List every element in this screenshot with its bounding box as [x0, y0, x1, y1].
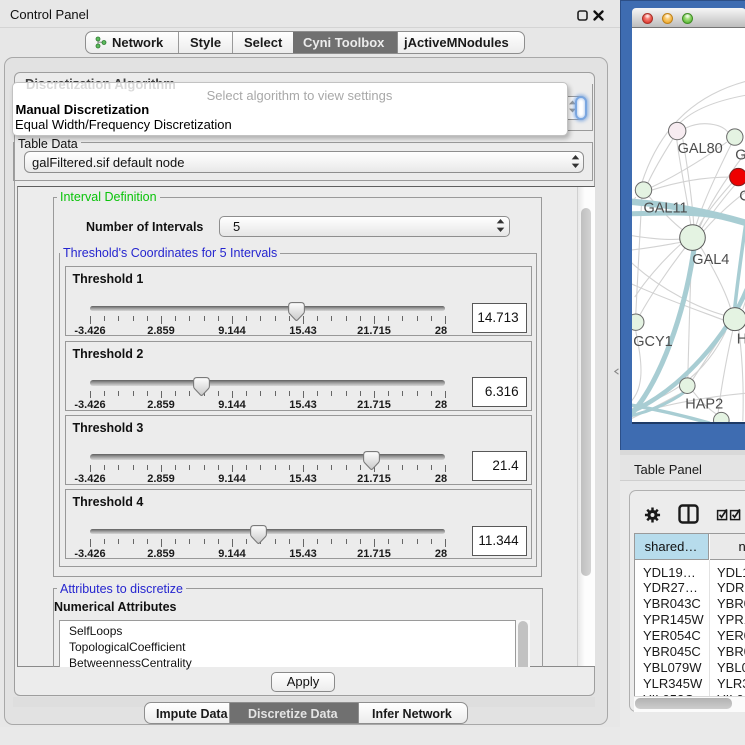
svg-text:GAL…: GAL…: [735, 148, 745, 164]
svg-text:H…: H…: [736, 332, 745, 348]
svg-text:C…: C…: [739, 189, 745, 205]
svg-text:HAP2: HAP2: [685, 397, 723, 413]
svg-text:GAL11: GAL11: [643, 201, 687, 217]
svg-text:GAL80: GAL80: [677, 141, 722, 157]
svg-text:GCY1: GCY1: [633, 334, 673, 350]
svg-text:GAL4: GAL4: [692, 252, 729, 268]
